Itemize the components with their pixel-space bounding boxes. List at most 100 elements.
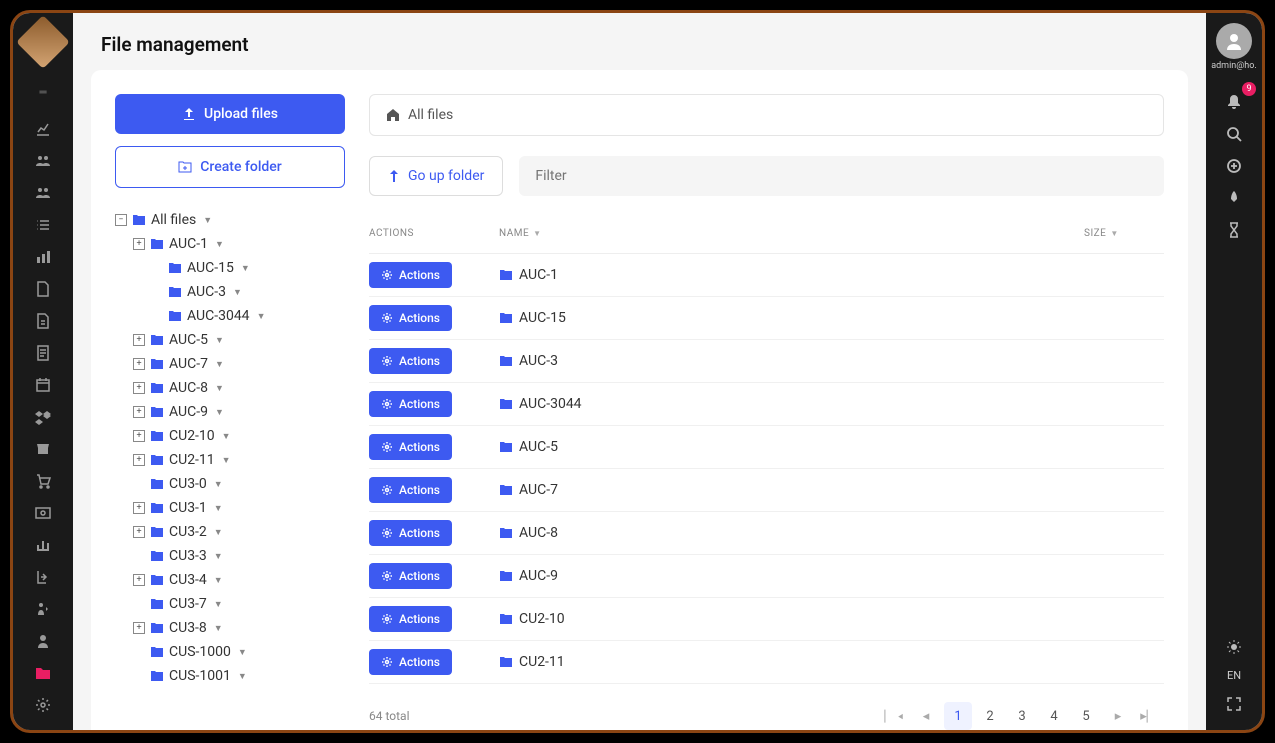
chevron-down-icon[interactable]: ▼	[241, 263, 250, 274]
chevron-down-icon[interactable]: ▼	[214, 503, 223, 514]
row-name[interactable]: AUC-7	[499, 482, 1084, 498]
chevron-down-icon[interactable]: ▼	[238, 647, 247, 658]
chevron-down-icon[interactable]: ▼	[203, 215, 212, 226]
next-page-button[interactable]: ▸	[1104, 702, 1132, 730]
tree-node[interactable]: +AUC-8▼	[133, 376, 345, 400]
expand-icon[interactable]: +	[133, 358, 145, 370]
nav-money-icon[interactable]	[25, 497, 61, 529]
go-up-button[interactable]: Go up folder	[369, 156, 503, 196]
tree-node[interactable]: +CU2-11▼	[133, 448, 345, 472]
expand-icon[interactable]: +	[133, 454, 145, 466]
nav-person-icon[interactable]	[25, 593, 61, 625]
tree-node[interactable]: +AUC-5▼	[133, 328, 345, 352]
col-name-header[interactable]: NAME▼	[499, 228, 1084, 239]
nav-users-icon[interactable]	[25, 145, 61, 177]
row-name[interactable]: AUC-3044	[499, 396, 1084, 412]
upload-files-button[interactable]: Upload files	[115, 94, 345, 134]
tree-node-root[interactable]: − All files ▼	[115, 208, 345, 232]
tree-node[interactable]: +AUC-9▼	[133, 400, 345, 424]
nav-bars-icon[interactable]	[25, 529, 61, 561]
rocket-button[interactable]	[1216, 182, 1252, 214]
actions-button[interactable]: Actions	[369, 606, 452, 632]
col-size-header[interactable]: SIZE▼	[1084, 228, 1164, 239]
tree-node[interactable]: CU3-3▼	[133, 544, 345, 568]
nav-chart-icon[interactable]	[25, 113, 61, 145]
actions-button[interactable]: Actions	[369, 305, 452, 331]
actions-button[interactable]: Actions	[369, 262, 452, 288]
expand-icon[interactable]: +	[133, 526, 145, 538]
chevron-down-icon[interactable]: ▼	[214, 575, 223, 586]
nav-folder-icon[interactable]	[25, 657, 61, 689]
nav-cart-icon[interactable]	[25, 465, 61, 497]
page-button[interactable]: 1	[944, 702, 972, 730]
prev-page-button[interactable]: ◂	[912, 702, 940, 730]
actions-button[interactable]: Actions	[369, 434, 452, 460]
page-button[interactable]: 5	[1072, 702, 1100, 730]
nav-store-icon[interactable]	[25, 433, 61, 465]
hourglass-button[interactable]	[1216, 214, 1252, 246]
expand-icon[interactable]: +	[133, 238, 145, 250]
actions-button[interactable]: Actions	[369, 477, 452, 503]
chevron-down-icon[interactable]: ▼	[215, 383, 224, 394]
tree-node[interactable]: CU3-7▼	[133, 592, 345, 616]
tree-node[interactable]: +CU3-1▼	[133, 496, 345, 520]
tree-node[interactable]: CU3-0▼	[133, 472, 345, 496]
expand-icon[interactable]: +	[133, 406, 145, 418]
row-name[interactable]: AUC-9	[499, 568, 1084, 584]
avatar[interactable]	[1216, 23, 1252, 59]
expand-icon[interactable]: +	[133, 502, 145, 514]
actions-button[interactable]: Actions	[369, 520, 452, 546]
tree-node[interactable]: CUS-1001▼	[133, 664, 345, 688]
tree-node[interactable]: +CU3-4▼	[133, 568, 345, 592]
actions-button[interactable]: Actions	[369, 391, 452, 417]
tree-node[interactable]: AUC-3044▼	[151, 304, 345, 328]
tree-node[interactable]: AUC-3▼	[151, 280, 345, 304]
page-button[interactable]: 4	[1040, 702, 1068, 730]
chevron-down-icon[interactable]: ▼	[215, 335, 224, 346]
row-name[interactable]: CU2-11	[499, 654, 1084, 670]
nav-user-icon[interactable]	[25, 625, 61, 657]
chevron-down-icon[interactable]: ▼	[257, 311, 266, 322]
nav-doc-icon[interactable]	[25, 337, 61, 369]
chevron-down-icon[interactable]: ▼	[238, 671, 247, 682]
search-button[interactable]	[1216, 118, 1252, 150]
chevron-down-icon[interactable]: ▼	[222, 455, 231, 466]
theme-button[interactable]	[1216, 631, 1252, 663]
chevron-down-icon[interactable]: ▼	[215, 359, 224, 370]
expand-icon[interactable]: +	[133, 574, 145, 586]
add-button[interactable]	[1216, 150, 1252, 182]
actions-button[interactable]: Actions	[369, 649, 452, 675]
chevron-down-icon[interactable]: ▼	[214, 599, 223, 610]
nav-calendar-icon[interactable]	[25, 369, 61, 401]
expand-icon[interactable]: +	[133, 430, 145, 442]
tree-node[interactable]: +CU3-2▼	[133, 520, 345, 544]
nav-list-icon[interactable]	[25, 209, 61, 241]
row-name[interactable]: CU2-10	[499, 611, 1084, 627]
nav-export-icon[interactable]	[25, 561, 61, 593]
collapse-icon[interactable]: −	[115, 214, 127, 226]
chevron-down-icon[interactable]: ▼	[214, 551, 223, 562]
tree-node[interactable]: +AUC-7▼	[133, 352, 345, 376]
expand-icon[interactable]: +	[133, 382, 145, 394]
nav-users2-icon[interactable]	[25, 177, 61, 209]
chevron-down-icon[interactable]: ▼	[233, 287, 242, 298]
nav-gear-icon[interactable]	[25, 689, 61, 721]
language-button[interactable]: EN	[1227, 669, 1241, 682]
row-name[interactable]: AUC-8	[499, 525, 1084, 541]
chevron-down-icon[interactable]: ▼	[222, 431, 231, 442]
row-name[interactable]: AUC-1	[499, 267, 1084, 283]
app-logo[interactable]	[16, 15, 70, 69]
breadcrumb[interactable]: All files	[369, 94, 1164, 136]
nav-bar-icon[interactable]	[25, 241, 61, 273]
chevron-down-icon[interactable]: ▼	[215, 407, 224, 418]
tree-node[interactable]: CUS-1000▼	[133, 640, 345, 664]
nav-file-icon[interactable]	[25, 273, 61, 305]
row-name[interactable]: AUC-5	[499, 439, 1084, 455]
first-page-button[interactable]: ⎸◂	[880, 702, 908, 730]
expand-icon[interactable]: +	[133, 622, 145, 634]
actions-button[interactable]: Actions	[369, 348, 452, 374]
nav-file2-icon[interactable]	[25, 305, 61, 337]
row-name[interactable]: AUC-3	[499, 353, 1084, 369]
expand-button[interactable]	[1216, 688, 1252, 720]
tree-node[interactable]: +CU3-8▼	[133, 616, 345, 640]
